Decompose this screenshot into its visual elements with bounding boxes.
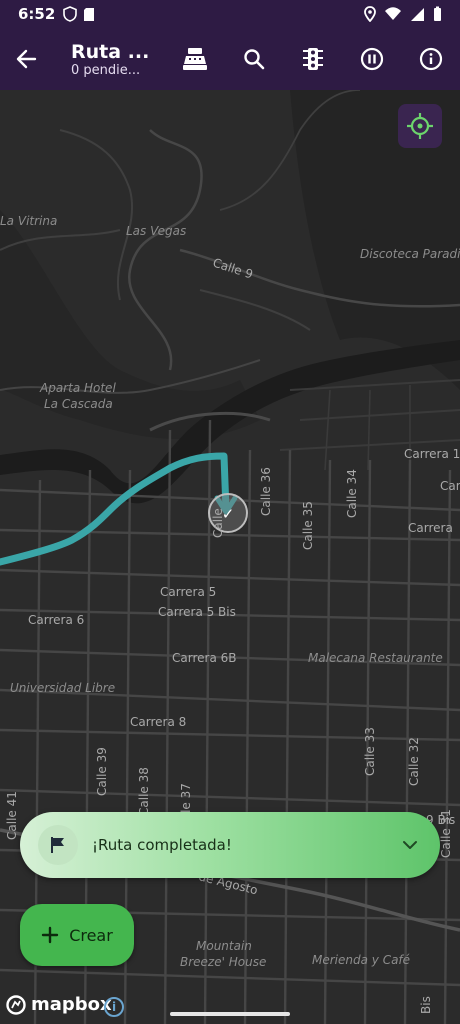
map-label: Calle 41	[5, 791, 19, 840]
status-time: 6:52	[18, 5, 56, 23]
shield-icon	[63, 6, 78, 22]
map-label: Universidad Libre	[10, 681, 115, 695]
map-label: Aparta Hotel	[39, 381, 116, 395]
map-label: Calle 39	[95, 747, 109, 796]
search-button[interactable]	[224, 28, 283, 90]
crosshair-icon	[407, 113, 433, 139]
chevron-down-icon	[403, 841, 417, 849]
map-label: Carrera 1	[404, 447, 460, 461]
map-label: Mountain	[196, 939, 252, 953]
banner-icon	[38, 825, 78, 865]
pause-button[interactable]	[342, 28, 401, 90]
page-subtitle: 0 pendie...	[70, 62, 141, 78]
search-icon	[243, 49, 264, 70]
info-button[interactable]	[401, 28, 460, 90]
map-label: Bis	[419, 996, 433, 1014]
back-button[interactable]	[0, 28, 53, 90]
traffic-light-icon	[302, 48, 323, 70]
signal-icon	[411, 7, 424, 21]
map-label: Carrera 5 Bis	[158, 605, 236, 619]
app-bar: Ruta ... 0 pendie...	[0, 28, 460, 90]
plus-icon	[41, 926, 59, 944]
my-location-button[interactable]	[398, 104, 442, 148]
info-circle-icon	[419, 47, 442, 71]
arrow-back-icon	[17, 49, 37, 69]
map-view[interactable]: ✓ La Vitrina Las Vegas Discoteca Paradis…	[0, 90, 460, 1024]
map-label: Calle 32	[407, 737, 421, 786]
location-icon	[364, 6, 376, 22]
map-label: Carrera 6B	[172, 651, 236, 665]
map-label: Carrera 6	[28, 613, 84, 627]
map-label: La Cascada	[44, 397, 113, 411]
map-label: Malecana Restaurante	[308, 651, 443, 665]
map-label: Calle 38	[137, 767, 151, 816]
map-label: Discoteca Paradis	[360, 247, 460, 261]
wifi-icon	[385, 7, 401, 20]
map-label: Carrera 5	[160, 585, 216, 599]
map-label: Calle 36	[259, 467, 273, 516]
cash-register-button[interactable]	[165, 28, 224, 90]
map-label: Calle 9	[211, 256, 255, 282]
create-button[interactable]: Crear	[20, 904, 134, 966]
create-button-label: Crear	[69, 925, 113, 945]
map-label: Calle	[211, 508, 225, 538]
traffic-light-button[interactable]	[283, 28, 342, 90]
cash-register-icon	[182, 48, 207, 70]
map-label: Carrera	[408, 521, 453, 535]
map-label: Calle 33	[363, 727, 377, 776]
attribution-info-button[interactable]: i	[104, 997, 124, 1017]
map-label: Calle 35	[301, 501, 315, 550]
status-bar: 6:52	[0, 0, 460, 28]
map-label: Carre	[440, 479, 460, 493]
map-canvas[interactable]: ✓ La Vitrina Las Vegas Discoteca Paradis…	[0, 90, 460, 1024]
map-label: La Vitrina	[0, 214, 57, 228]
battery-icon	[434, 6, 441, 21]
map-label: Calle 34	[345, 469, 359, 518]
banner-expand-button[interactable]	[398, 833, 422, 857]
toolbar-actions	[165, 28, 460, 90]
route-status-banner[interactable]: ¡Ruta completada!	[20, 812, 440, 878]
mapbox-logo: mapbox	[6, 994, 112, 1015]
map-label: Carrera 8	[130, 715, 186, 729]
flag-icon	[51, 837, 64, 853]
sd-card-icon	[84, 7, 95, 21]
mapbox-logo-icon	[6, 994, 26, 1015]
pause-circle-icon	[360, 47, 383, 71]
title-block: Ruta ... 0 pendie...	[71, 41, 165, 78]
map-label: Las Vegas	[126, 224, 186, 238]
page-title: Ruta ...	[70, 40, 150, 63]
map-label: Merienda y Café	[312, 953, 410, 967]
gesture-nav-handle[interactable]	[170, 1012, 290, 1016]
mapbox-logo-text: mapbox	[31, 994, 112, 1015]
map-label: Breeze' House	[180, 955, 266, 969]
banner-text: ¡Ruta completada!	[92, 836, 232, 854]
